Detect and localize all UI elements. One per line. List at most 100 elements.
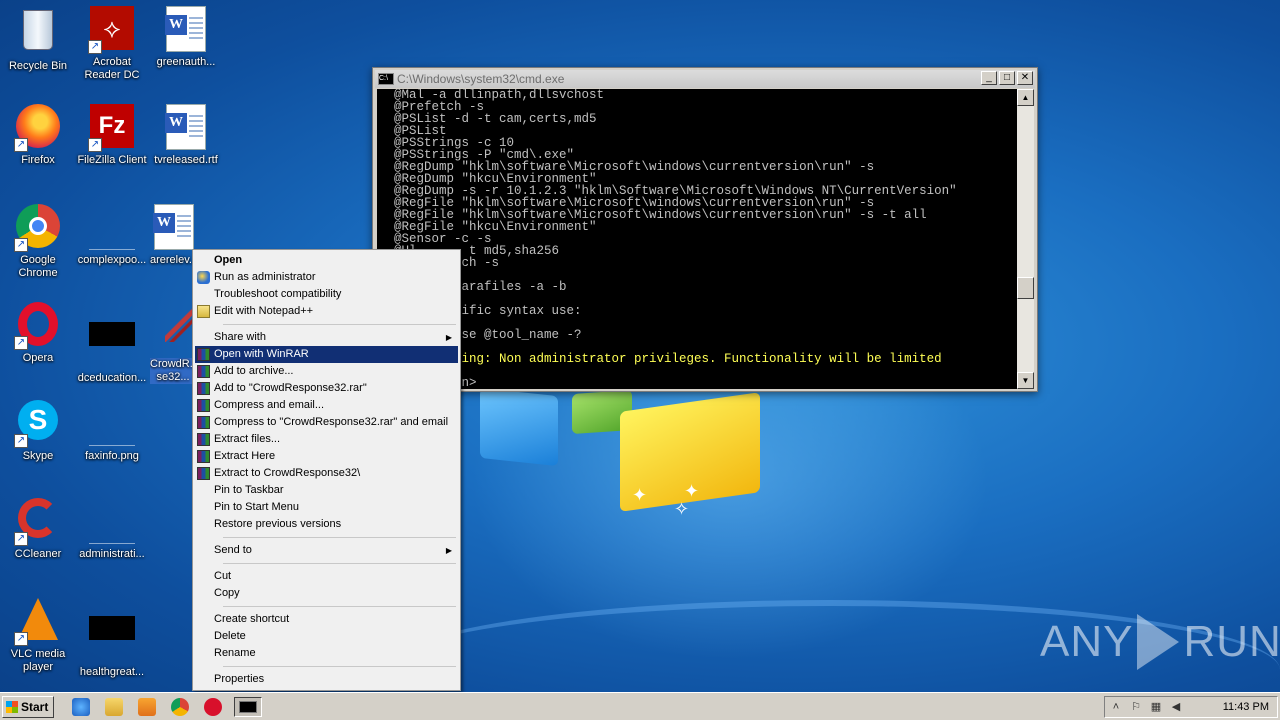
chrome-taskbar-icon[interactable]	[171, 698, 189, 716]
network-icon[interactable]: ▦	[1149, 701, 1163, 714]
acrobat-icon: ⟡ ↗	[88, 6, 136, 54]
menu-item-label: Restore previous versions	[214, 518, 342, 530]
menu-item-open-with-winrar[interactable]: Open with WinRAR	[195, 346, 458, 363]
menu-item-compress-to-crowdresponse32-rar-and-email[interactable]: Compress to "CrowdResponse32.rar" and em…	[195, 414, 458, 431]
console-line: ponse @tool_name -?	[394, 328, 582, 342]
cmd-window[interactable]: C:\ C:\Windows\system32\cmd.exe _ □ ✕ @M…	[372, 67, 1038, 392]
ie-icon[interactable]	[72, 698, 90, 716]
tray-expand-icon[interactable]: ˄	[1109, 701, 1123, 714]
menu-item-extract-here[interactable]: Extract Here	[195, 448, 458, 465]
cmd-icon: C:\	[378, 73, 394, 85]
desktop-icon-tvreleased[interactable]: W tvreleased.rtf	[148, 104, 224, 167]
desktop-icon-ccleaner[interactable]: ↗ CCleaner	[0, 498, 76, 561]
desktop-icon-chrome[interactable]: ↗ Google Chrome	[0, 204, 76, 280]
menu-item-extract-to-crowdresponse32[interactable]: Extract to CrowdResponse32\	[195, 465, 458, 482]
menu-item-add-to-archive[interactable]: Add to archive...	[195, 363, 458, 380]
desktop-icon-faxinfo[interactable]: faxinfo.png	[74, 400, 150, 463]
menu-item-label: Create shortcut	[214, 613, 290, 625]
desktop-icon-greenauth[interactable]: W greenauth...	[148, 6, 224, 69]
menu-item-label: Share with	[214, 331, 266, 343]
opera-taskbar-icon[interactable]	[204, 698, 222, 716]
menu-item-label: Open with WinRAR	[214, 348, 309, 360]
word-document-icon: W	[162, 104, 210, 152]
menu-item-rename[interactable]: Rename	[195, 645, 458, 662]
menu-item-label: Compress to "CrowdResponse32.rar" and em…	[214, 416, 449, 428]
media-player-icon[interactable]	[138, 698, 156, 716]
shortcut-arrow-icon: ↗	[14, 532, 28, 546]
scroll-thumb[interactable]	[1017, 277, 1034, 299]
windows-flag-icon	[6, 701, 18, 713]
menu-item-add-to-crowdresponse32-rar[interactable]: Add to "CrowdResponse32.rar"	[195, 380, 458, 397]
desktop-icon-skype[interactable]: S ↗ Skype	[0, 400, 76, 463]
console-line: Warning: Non administrator privileges. F…	[394, 352, 942, 366]
taskbar-cmd-button[interactable]	[234, 697, 262, 717]
firefox-icon: ↗	[14, 104, 62, 152]
menu-item-pin-to-start-menu[interactable]: Pin to Start Menu	[195, 499, 458, 516]
filezilla-icon: Fz ↗	[88, 104, 136, 152]
scroll-down-icon[interactable]: ▼	[1017, 372, 1034, 389]
winrar-icon	[197, 450, 210, 463]
cmd-scrollbar[interactable]: ▲ ▼	[1017, 89, 1034, 389]
menu-item-extract-files[interactable]: Extract files...	[195, 431, 458, 448]
menu-item-copy[interactable]: Copy	[195, 585, 458, 602]
winrar-icon	[197, 416, 210, 429]
menu-item-label: Rename	[214, 647, 256, 659]
menu-item-properties[interactable]: Properties	[195, 671, 458, 688]
desktop-icon-filezilla[interactable]: Fz ↗ FileZilla Client	[74, 104, 150, 167]
desktop-icon-acrobat[interactable]: ⟡ ↗ Acrobat Reader DC	[74, 6, 150, 82]
desktop-icon-vlc[interactable]: ↗ VLC media player	[0, 596, 76, 674]
desktop-icon-firefox[interactable]: ↗ Firefox	[0, 104, 76, 167]
cmd-taskbar-icon	[239, 701, 257, 713]
menu-item-open[interactable]: Open	[195, 252, 458, 269]
winrar-icon	[197, 433, 210, 446]
scroll-up-icon[interactable]: ▲	[1017, 89, 1034, 106]
desktop-icon-recycle-bin[interactable]: Recycle Bin	[0, 6, 76, 73]
console-line: @Mal -a dllinpath,dllsvchost	[394, 89, 605, 102]
start-button[interactable]: Start	[2, 696, 54, 718]
shortcut-arrow-icon: ↗	[14, 138, 28, 152]
winrar-icon	[197, 365, 210, 378]
menu-item-delete[interactable]: Delete	[195, 628, 458, 645]
taskbar: Start ˄ ⚐ ▦ ◀ 11:43 PM	[0, 692, 1280, 720]
menu-separator	[223, 324, 456, 325]
volume-icon[interactable]: ◀	[1169, 701, 1183, 714]
menu-item-label: Add to "CrowdResponse32.rar"	[214, 382, 367, 394]
skype-icon: S ↗	[14, 400, 62, 448]
cmd-console[interactable]: @Mal -a dllinpath,dllsvchost @Prefetch -s…	[377, 89, 1019, 389]
menu-item-troubleshoot-compatibility[interactable]: Troubleshoot compatibility	[195, 286, 458, 303]
desktop-icon-administrati[interactable]: administrati...	[74, 498, 150, 561]
maximize-button[interactable]: □	[999, 71, 1015, 85]
submenu-arrow-icon: ▶	[445, 546, 452, 555]
winrar-icon	[197, 399, 210, 412]
desktop-icon-dceducation[interactable]: dceducation...	[74, 310, 150, 385]
menu-separator	[223, 666, 456, 667]
menu-item-create-shortcut[interactable]: Create shortcut	[195, 611, 458, 628]
flag-tray-icon[interactable]: ⚐	[1129, 701, 1143, 714]
menu-item-label: Extract Here	[214, 450, 276, 462]
file-thumbnail-icon	[88, 400, 136, 448]
menu-item-restore-previous-versions[interactable]: Restore previous versions	[195, 516, 458, 533]
minimize-button[interactable]: _	[981, 71, 997, 85]
menu-item-share-with[interactable]: Share with ▶	[195, 329, 458, 346]
desktop-icon-opera[interactable]: ↗ Opera	[0, 302, 76, 365]
menu-item-pin-to-taskbar[interactable]: Pin to Taskbar	[195, 482, 458, 499]
clock[interactable]: 11:43 PM	[1223, 701, 1269, 713]
shield-icon	[197, 271, 210, 284]
menu-item-cut[interactable]: Cut	[195, 568, 458, 585]
cmd-title-bar[interactable]: C:\ C:\Windows\system32\cmd.exe	[375, 70, 1035, 88]
chrome-icon: ↗	[14, 204, 62, 252]
explorer-icon[interactable]	[105, 698, 123, 716]
menu-item-label: Open	[214, 254, 243, 266]
menu-item-edit-with-notepad[interactable]: Edit with Notepad++	[195, 303, 458, 320]
file-thumbnail-icon	[88, 204, 136, 252]
winrar-icon	[197, 382, 210, 395]
menu-item-compress-and-email[interactable]: Compress and email...	[195, 397, 458, 414]
menu-item-label: Pin to Start Menu	[214, 501, 299, 513]
menu-item-send-to[interactable]: Send to ▶	[195, 542, 458, 559]
close-button[interactable]: ✕	[1017, 71, 1033, 85]
menu-item-label: Delete	[214, 630, 246, 642]
menu-item-run-as-administrator[interactable]: Run as administrator	[195, 269, 458, 286]
desktop-icon-healthgreat[interactable]: healthgreat...	[74, 604, 150, 679]
menu-separator	[223, 606, 456, 607]
